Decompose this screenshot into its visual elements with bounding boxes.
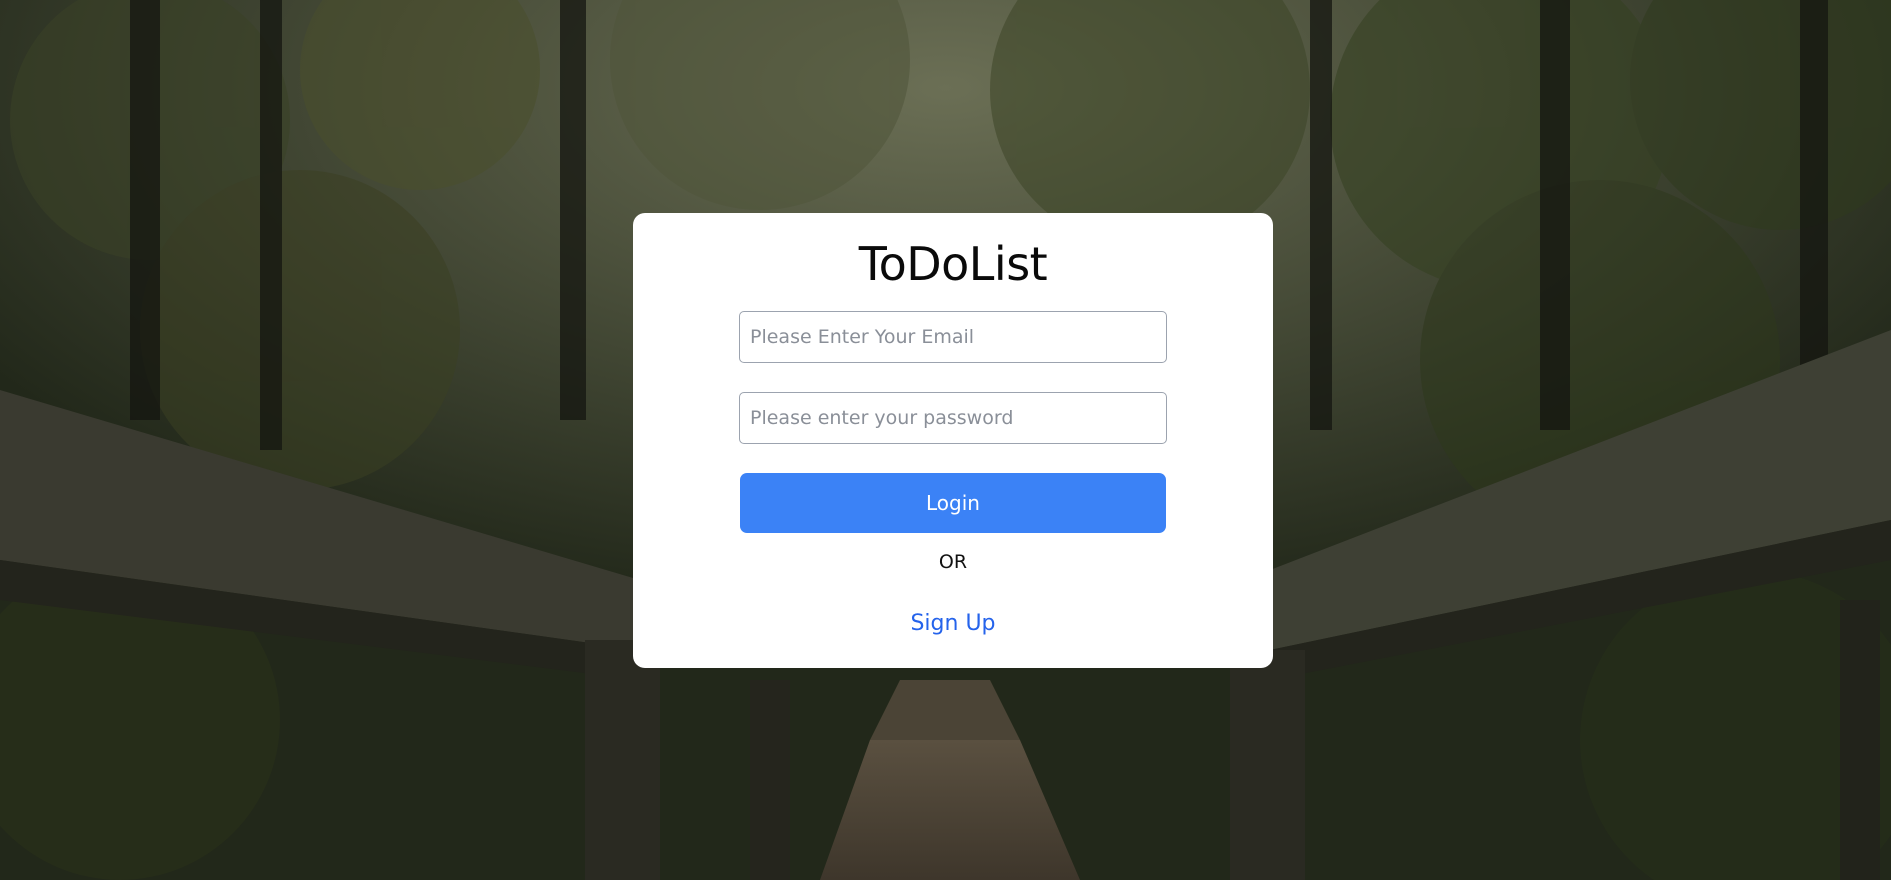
email-field[interactable]	[739, 311, 1167, 363]
password-field[interactable]	[739, 392, 1167, 444]
login-card: ToDoList Login OR Sign Up	[633, 213, 1273, 668]
signup-link[interactable]: Sign Up	[633, 611, 1273, 636]
login-button[interactable]: Login	[740, 473, 1166, 533]
or-divider-text: OR	[938, 551, 968, 573]
app-title: ToDoList	[858, 237, 1048, 291]
